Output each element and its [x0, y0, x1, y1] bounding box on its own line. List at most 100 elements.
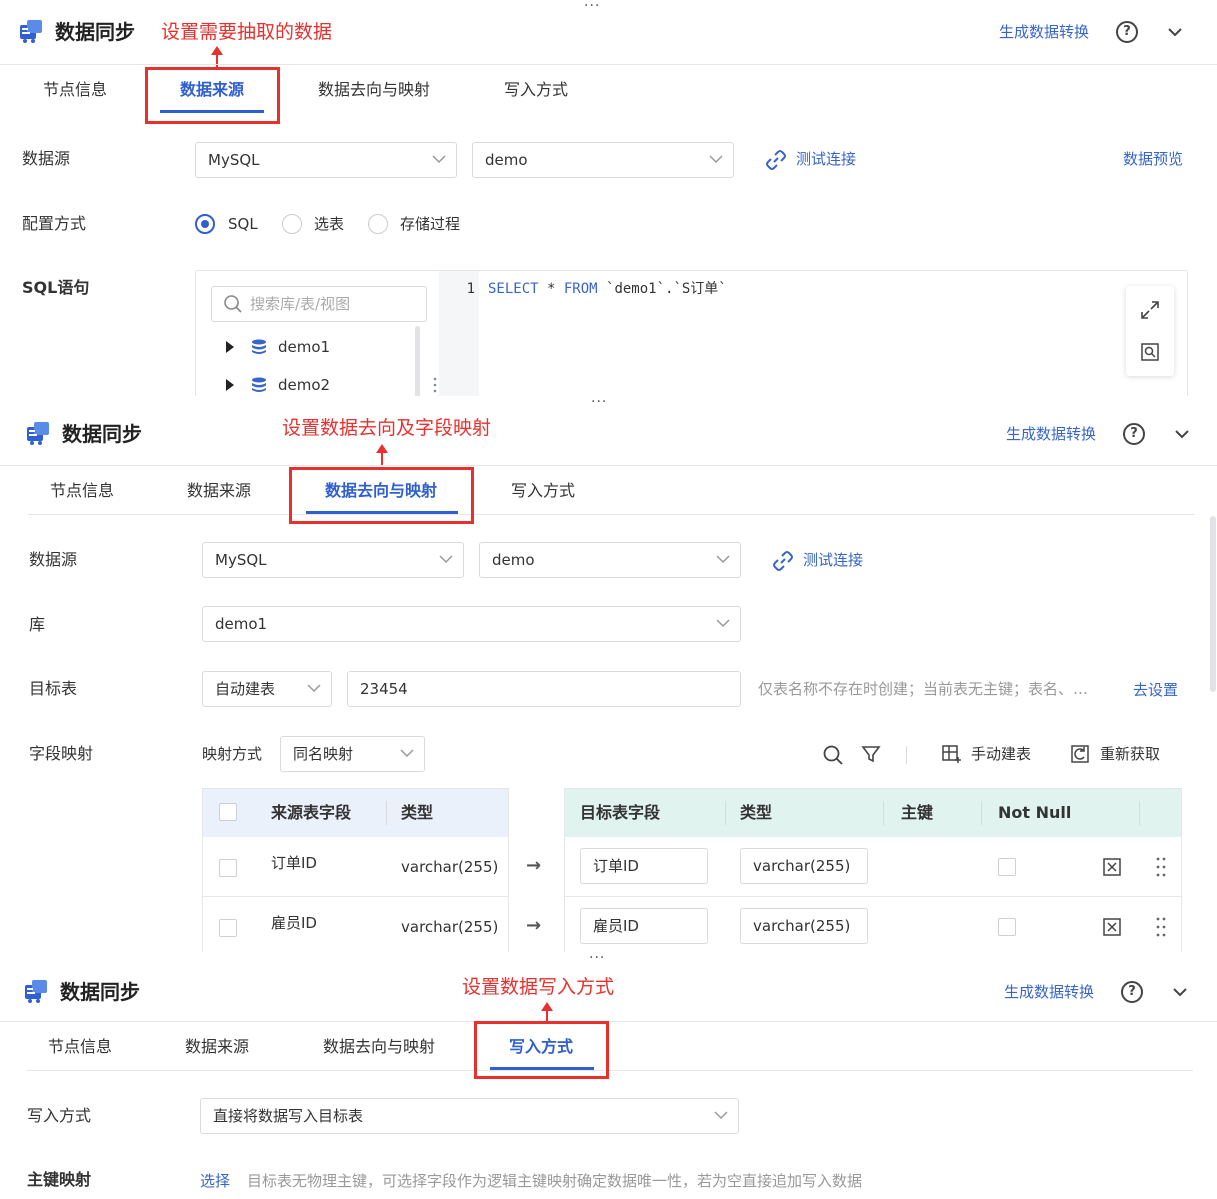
datasource-type-value: MySQL	[208, 151, 260, 169]
drag-grip[interactable]: ···	[591, 396, 607, 409]
drag-handle-icon[interactable]	[1155, 916, 1167, 938]
toolbar-divider	[906, 746, 907, 764]
refetch-button[interactable]: 重新获取	[1100, 743, 1160, 765]
help-icon[interactable]: ?	[1123, 423, 1145, 445]
radio-sql[interactable]	[195, 214, 215, 234]
radio-select-table[interactable]	[282, 214, 302, 234]
table-add-icon[interactable]	[941, 744, 961, 764]
table-mode-select[interactable]: 自动建表	[202, 671, 332, 707]
panel-data-source: ··· 数据同步 设置需要抽取的数据 生成数据转换 ? 节点信息 数据来源 数据…	[0, 0, 1217, 396]
expand-arrow-icon[interactable]	[226, 379, 234, 391]
refresh-icon[interactable]	[1070, 744, 1090, 764]
datasource-connection-select[interactable]: demo	[479, 542, 741, 578]
drag-grip[interactable]: ···	[584, 0, 600, 13]
datasource-label: 数据源	[29, 550, 78, 569]
tab-data-target-mapping[interactable]: 数据去向与映射	[323, 1022, 435, 1074]
column-divider	[386, 801, 387, 825]
delete-row-icon[interactable]	[1102, 917, 1122, 937]
tab-divider	[28, 514, 1195, 515]
mapping-mode-select[interactable]: 同名映射	[280, 736, 425, 772]
target-type-input[interactable]: varchar(255)	[740, 908, 868, 944]
source-field-cell: 订单ID	[271, 854, 317, 872]
row-checkbox[interactable]	[219, 919, 237, 937]
editor-toolbar	[1126, 286, 1174, 376]
datasource-type-select[interactable]: MySQL	[202, 542, 464, 578]
delete-row-icon[interactable]	[1102, 857, 1122, 877]
table-mode-value: 自动建表	[215, 680, 276, 698]
tab-data-target-mapping[interactable]: 数据去向与映射	[318, 65, 430, 117]
chevron-down-icon[interactable]	[1173, 425, 1191, 443]
expand-arrow-icon[interactable]	[226, 341, 234, 353]
target-type-input[interactable]: varchar(255)	[740, 848, 868, 884]
filter-icon[interactable]	[861, 744, 881, 764]
chevron-down-icon	[400, 749, 414, 758]
radio-stored-procedure[interactable]	[368, 214, 388, 234]
test-connection-link[interactable]: 测试连接	[796, 147, 856, 171]
help-icon[interactable]: ?	[1116, 21, 1138, 43]
tree-scrollbar[interactable]	[415, 326, 420, 396]
data-sync-logo-icon	[27, 422, 49, 445]
chevron-down-icon[interactable]	[1171, 983, 1189, 1001]
source-table-header	[203, 789, 508, 837]
generate-transform-link[interactable]: 生成数据转换	[1004, 980, 1094, 1004]
table-row: 订单ID varchar(255)	[565, 837, 1181, 897]
goto-settings-link[interactable]: 去设置	[1133, 678, 1178, 702]
panel-header: 数据同步 设置需要抽取的数据 生成数据转换 ?	[0, 12, 1217, 52]
drag-grip[interactable]: ···	[589, 952, 605, 965]
sql-code[interactable]: SELECT * FROM `demo1`.`S订单`	[488, 279, 727, 299]
tab-node-info[interactable]: 节点信息	[50, 466, 114, 518]
row-checkbox[interactable]	[219, 859, 237, 877]
tab-bar: 节点信息 数据来源 数据去向与映射 写入方式	[0, 64, 1217, 119]
data-preview-link[interactable]: 数据预览	[1123, 147, 1183, 171]
data-sync-logo-icon	[25, 980, 47, 1003]
table-name-input[interactable]: 23454	[347, 671, 741, 707]
sql-keyword: FROM	[563, 281, 598, 297]
mapping-arrow: →	[526, 915, 542, 936]
datasource-type-select[interactable]: MySQL	[195, 142, 457, 178]
tab-node-info[interactable]: 节点信息	[48, 1022, 112, 1074]
drag-handle-icon[interactable]	[1155, 856, 1167, 878]
tree-search-input[interactable]: 搜索库/表/视图	[211, 286, 427, 322]
field-mapping-label: 字段映射	[29, 744, 94, 763]
column-divider	[883, 801, 884, 825]
tab-write-mode[interactable]: 写入方式	[504, 65, 568, 117]
chevron-down-icon[interactable]	[1166, 23, 1184, 41]
tab-write-mode[interactable]: 写入方式	[511, 466, 575, 518]
expand-icon[interactable]	[1140, 300, 1160, 320]
source-type-cell: varchar(255)	[401, 858, 499, 876]
generate-transform-link[interactable]: 生成数据转换	[1006, 422, 1096, 446]
annotation-text: 设置数据写入方式	[462, 976, 615, 998]
data-sync-logo-icon	[20, 20, 42, 43]
tab-data-source[interactable]: 数据来源	[185, 1022, 249, 1074]
target-field-input[interactable]: 订单ID	[580, 848, 708, 884]
datasource-connection-select[interactable]: demo	[472, 142, 734, 178]
search-icon[interactable]	[822, 744, 844, 766]
test-connection-link[interactable]: 测试连接	[803, 548, 863, 572]
panel-title: 数据同步	[60, 980, 140, 1004]
generate-transform-link[interactable]: 生成数据转换	[999, 20, 1089, 44]
chevron-down-icon	[714, 1111, 728, 1120]
sql-token: *	[538, 281, 564, 297]
manual-create-table-button[interactable]: 手动建表	[971, 743, 1031, 765]
not-null-checkbox[interactable]	[998, 918, 1016, 936]
mapping-mode-label: 映射方式	[202, 745, 263, 763]
annotation-arrow	[376, 444, 388, 466]
page-scrollbar[interactable]	[1210, 516, 1216, 692]
link-icon	[773, 551, 793, 571]
target-field-header: 目标表字段	[580, 803, 661, 822]
select-primary-key-link[interactable]: 选择	[200, 1169, 230, 1193]
format-icon[interactable]	[1140, 342, 1160, 362]
target-field-input[interactable]: 雇员ID	[580, 908, 708, 944]
tab-node-info[interactable]: 节点信息	[43, 65, 107, 117]
datasource-connection-value: demo	[492, 551, 535, 569]
table-row: 雇员ID varchar(255)	[565, 897, 1181, 952]
link-icon	[766, 150, 786, 170]
write-mode-select[interactable]: 直接将数据写入目标表	[200, 1098, 739, 1134]
panel-header: 数据同步 设置数据去向及字段映射 生成数据转换 ?	[0, 414, 1217, 454]
select-all-checkbox[interactable]	[219, 803, 237, 821]
help-icon[interactable]: ?	[1121, 981, 1143, 1003]
not-null-header: Not Null	[998, 803, 1072, 822]
tab-data-source[interactable]: 数据来源	[187, 466, 251, 518]
not-null-checkbox[interactable]	[998, 858, 1016, 876]
database-select[interactable]: demo1	[202, 606, 741, 642]
